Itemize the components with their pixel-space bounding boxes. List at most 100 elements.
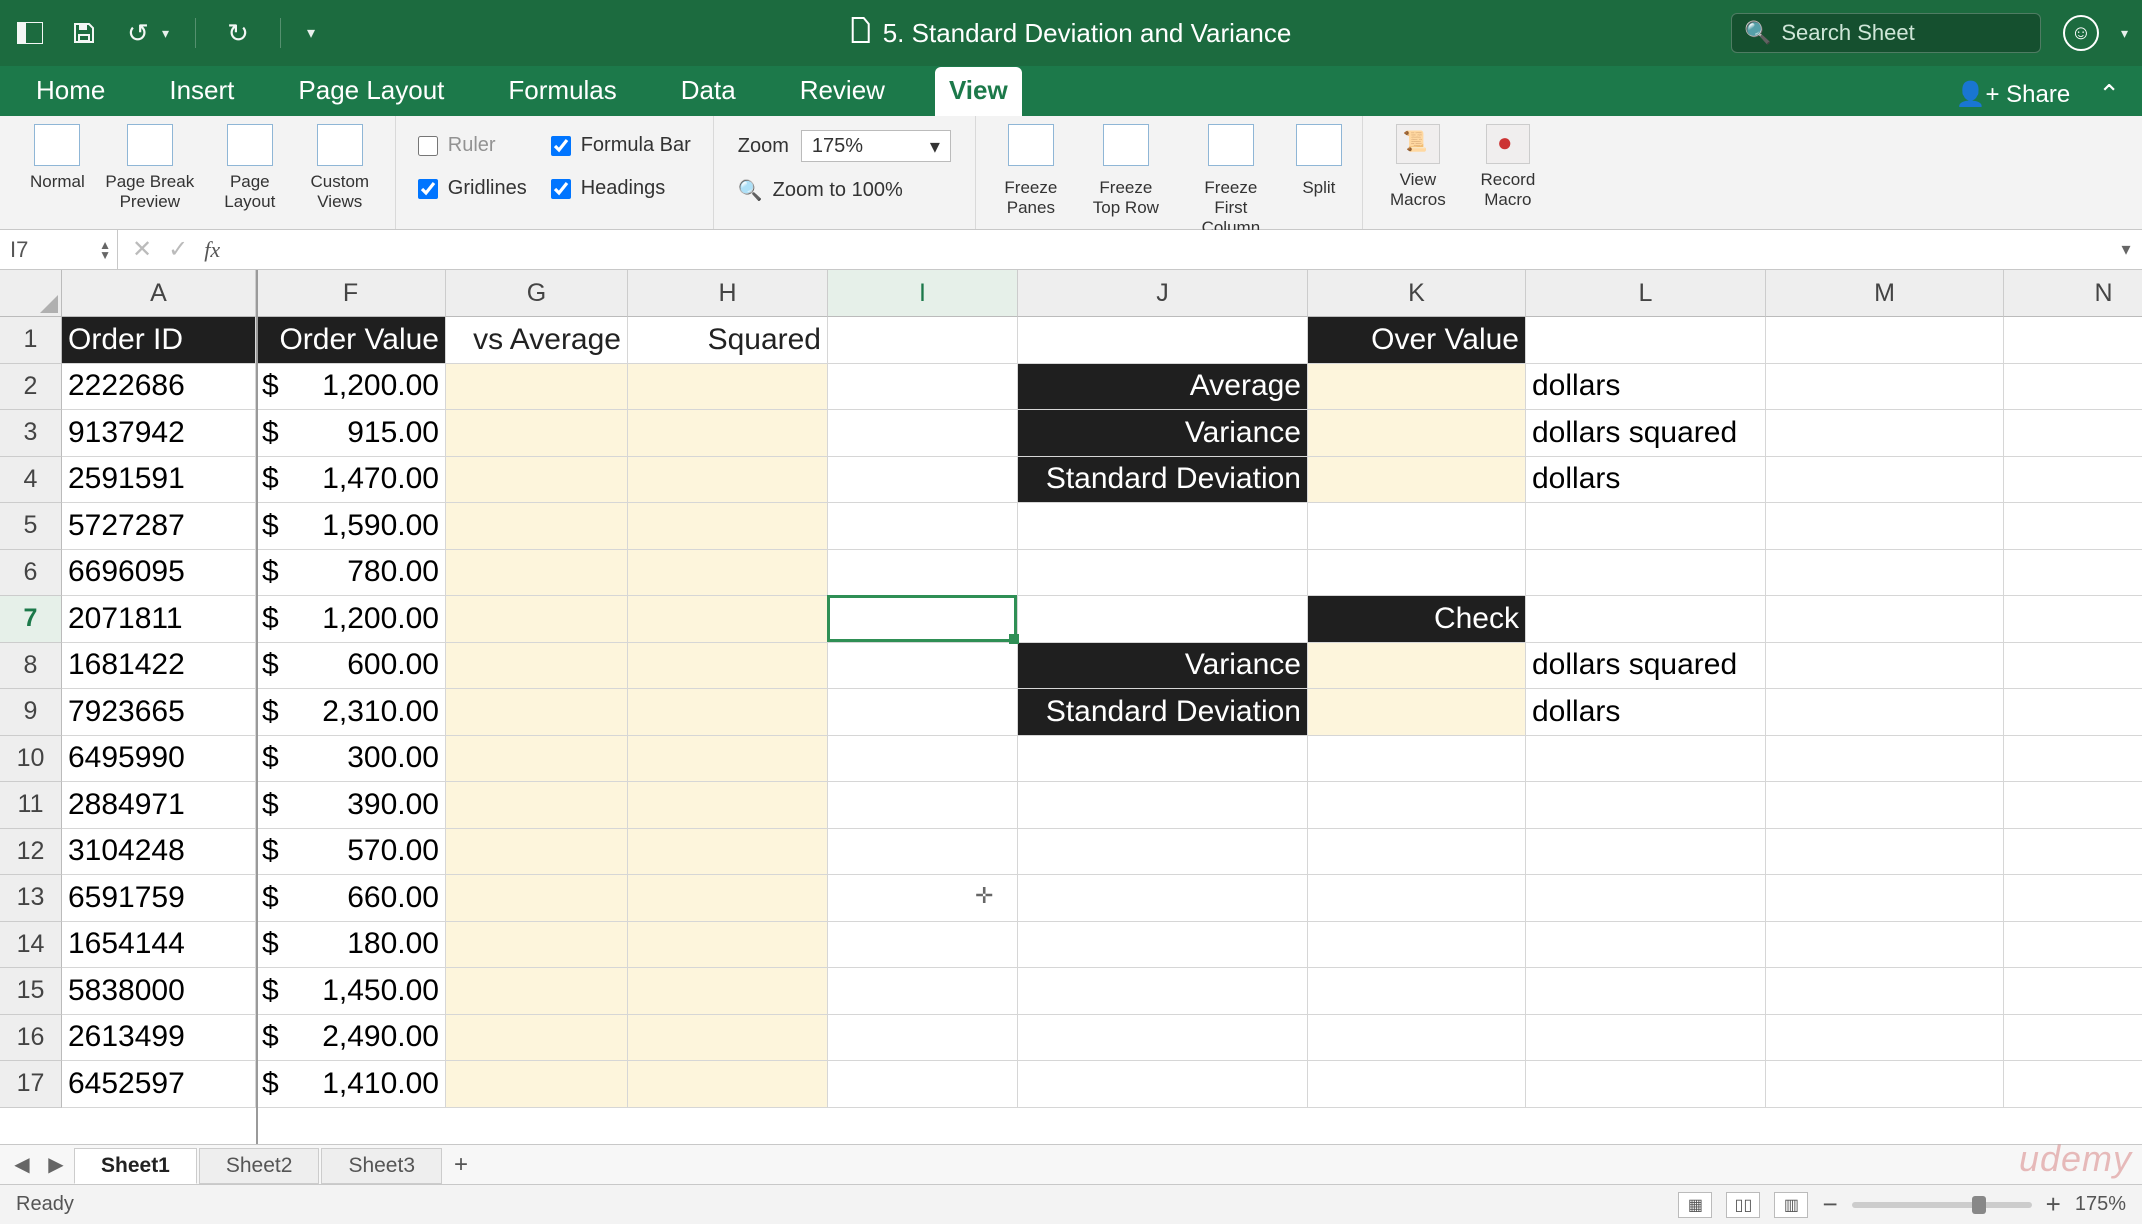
cell-A14[interactable]: 1654144: [62, 922, 256, 969]
cell-F1[interactable]: Order Value: [256, 317, 446, 364]
formula-input[interactable]: [244, 230, 2116, 269]
col-header-H[interactable]: H: [628, 270, 828, 317]
cell-A9[interactable]: 7923665: [62, 689, 256, 736]
zoom-out-button[interactable]: −: [1822, 1189, 1837, 1220]
sheet-tab-1[interactable]: Sheet1: [74, 1148, 197, 1184]
search-box[interactable]: 🔍 Search Sheet: [1731, 13, 2041, 53]
row-header-15[interactable]: 15: [0, 968, 62, 1015]
cell-L11[interactable]: [1526, 782, 1766, 829]
cell-K5[interactable]: [1308, 503, 1526, 550]
zoom-select[interactable]: 175%▾: [801, 130, 951, 162]
cell-M7[interactable]: [1766, 596, 2004, 643]
cell-N9[interactable]: [2004, 689, 2142, 736]
cell-H10[interactable]: [628, 736, 828, 783]
cell-G6[interactable]: [446, 550, 628, 597]
cell-M2[interactable]: [1766, 364, 2004, 411]
cell-N5[interactable]: [2004, 503, 2142, 550]
cell-A3[interactable]: 9137942: [62, 410, 256, 457]
expand-formula-bar-icon[interactable]: ▾: [2116, 239, 2142, 260]
row-header-13[interactable]: 13: [0, 875, 62, 922]
cell-J1[interactable]: [1018, 317, 1308, 364]
cell-G12[interactable]: [446, 829, 628, 876]
normal-view-icon[interactable]: ▦: [1678, 1192, 1712, 1218]
cell-J13[interactable]: [1018, 875, 1308, 922]
row-header-5[interactable]: 5: [0, 503, 62, 550]
cell-I16[interactable]: [828, 1015, 1018, 1062]
cell-L8[interactable]: dollars squared: [1526, 643, 1766, 690]
cell-H3[interactable]: [628, 410, 828, 457]
undo-icon[interactable]: ↺: [122, 17, 154, 49]
cell-F5[interactable]: $1,590.00: [256, 503, 446, 550]
cell-N13[interactable]: [2004, 875, 2142, 922]
headings-checkbox[interactable]: Headings: [551, 173, 691, 204]
cell-F12[interactable]: $570.00: [256, 829, 446, 876]
cell-J15[interactable]: [1018, 968, 1308, 1015]
cell-A2[interactable]: 2222686: [62, 364, 256, 411]
cell-K11[interactable]: [1308, 782, 1526, 829]
cell-I14[interactable]: [828, 922, 1018, 969]
cell-H5[interactable]: [628, 503, 828, 550]
cell-N4[interactable]: [2004, 457, 2142, 504]
cell-H8[interactable]: [628, 643, 828, 690]
cell-K15[interactable]: [1308, 968, 1526, 1015]
cell-K12[interactable]: [1308, 829, 1526, 876]
cell-L1[interactable]: [1526, 317, 1766, 364]
cell-J16[interactable]: [1018, 1015, 1308, 1062]
cell-F17[interactable]: $1,410.00: [256, 1061, 446, 1108]
cell-F2[interactable]: $1,200.00: [256, 364, 446, 411]
cell-N6[interactable]: [2004, 550, 2142, 597]
ruler-checkbox[interactable]: Ruler: [418, 130, 527, 161]
cell-J6[interactable]: [1018, 550, 1308, 597]
row-header-16[interactable]: 16: [0, 1015, 62, 1062]
cancel-formula-icon[interactable]: ✕: [132, 235, 152, 264]
cell-M17[interactable]: [1766, 1061, 2004, 1108]
cell-I10[interactable]: [828, 736, 1018, 783]
cell-A8[interactable]: 1681422: [62, 643, 256, 690]
row-header-10[interactable]: 10: [0, 736, 62, 783]
cell-F10[interactable]: $300.00: [256, 736, 446, 783]
cell-H9[interactable]: [628, 689, 828, 736]
sheet-nav-prev[interactable]: ◀: [6, 1150, 38, 1180]
cell-F8[interactable]: $600.00: [256, 643, 446, 690]
cell-L3[interactable]: dollars squared: [1526, 410, 1766, 457]
cell-J3[interactable]: Variance: [1018, 410, 1308, 457]
col-header-M[interactable]: M: [1766, 270, 2004, 317]
page-break-view-icon[interactable]: ▥: [1774, 1192, 1808, 1218]
cell-I1[interactable]: [828, 317, 1018, 364]
cell-G10[interactable]: [446, 736, 628, 783]
sheet-tab-2[interactable]: Sheet2: [199, 1148, 320, 1184]
cell-G7[interactable]: [446, 596, 628, 643]
cell-K3[interactable]: [1308, 410, 1526, 457]
cell-I9[interactable]: [828, 689, 1018, 736]
cell-G1[interactable]: vs Average: [446, 317, 628, 364]
cell-A6[interactable]: 6696095: [62, 550, 256, 597]
cell-F6[interactable]: $780.00: [256, 550, 446, 597]
col-header-N[interactable]: N: [2004, 270, 2142, 317]
cell-A15[interactable]: 5838000: [62, 968, 256, 1015]
page-layout-button[interactable]: Page Layout: [205, 124, 295, 212]
page-break-preview-button[interactable]: Page Break Preview: [95, 124, 205, 212]
cell-L16[interactable]: [1526, 1015, 1766, 1062]
cell-N8[interactable]: [2004, 643, 2142, 690]
zoom-percent[interactable]: 175%: [2075, 1193, 2126, 1216]
row-header-7[interactable]: 7: [0, 596, 62, 643]
cell-I2[interactable]: [828, 364, 1018, 411]
cell-I17[interactable]: [828, 1061, 1018, 1108]
cell-N2[interactable]: [2004, 364, 2142, 411]
cell-J12[interactable]: [1018, 829, 1308, 876]
cell-L14[interactable]: [1526, 922, 1766, 969]
cell-G16[interactable]: [446, 1015, 628, 1062]
cell-N16[interactable]: [2004, 1015, 2142, 1062]
tab-formulas[interactable]: Formulas: [494, 67, 630, 116]
cell-G17[interactable]: [446, 1061, 628, 1108]
row-header-17[interactable]: 17: [0, 1061, 62, 1108]
cell-A16[interactable]: 2613499: [62, 1015, 256, 1062]
cell-H11[interactable]: [628, 782, 828, 829]
cell-L5[interactable]: [1526, 503, 1766, 550]
cell-L6[interactable]: [1526, 550, 1766, 597]
cell-I11[interactable]: [828, 782, 1018, 829]
col-header-A[interactable]: A: [62, 270, 256, 317]
qat-customize-icon[interactable]: ▾: [307, 23, 315, 43]
cell-K9[interactable]: [1308, 689, 1526, 736]
sheet-nav-next[interactable]: ▶: [40, 1150, 72, 1180]
